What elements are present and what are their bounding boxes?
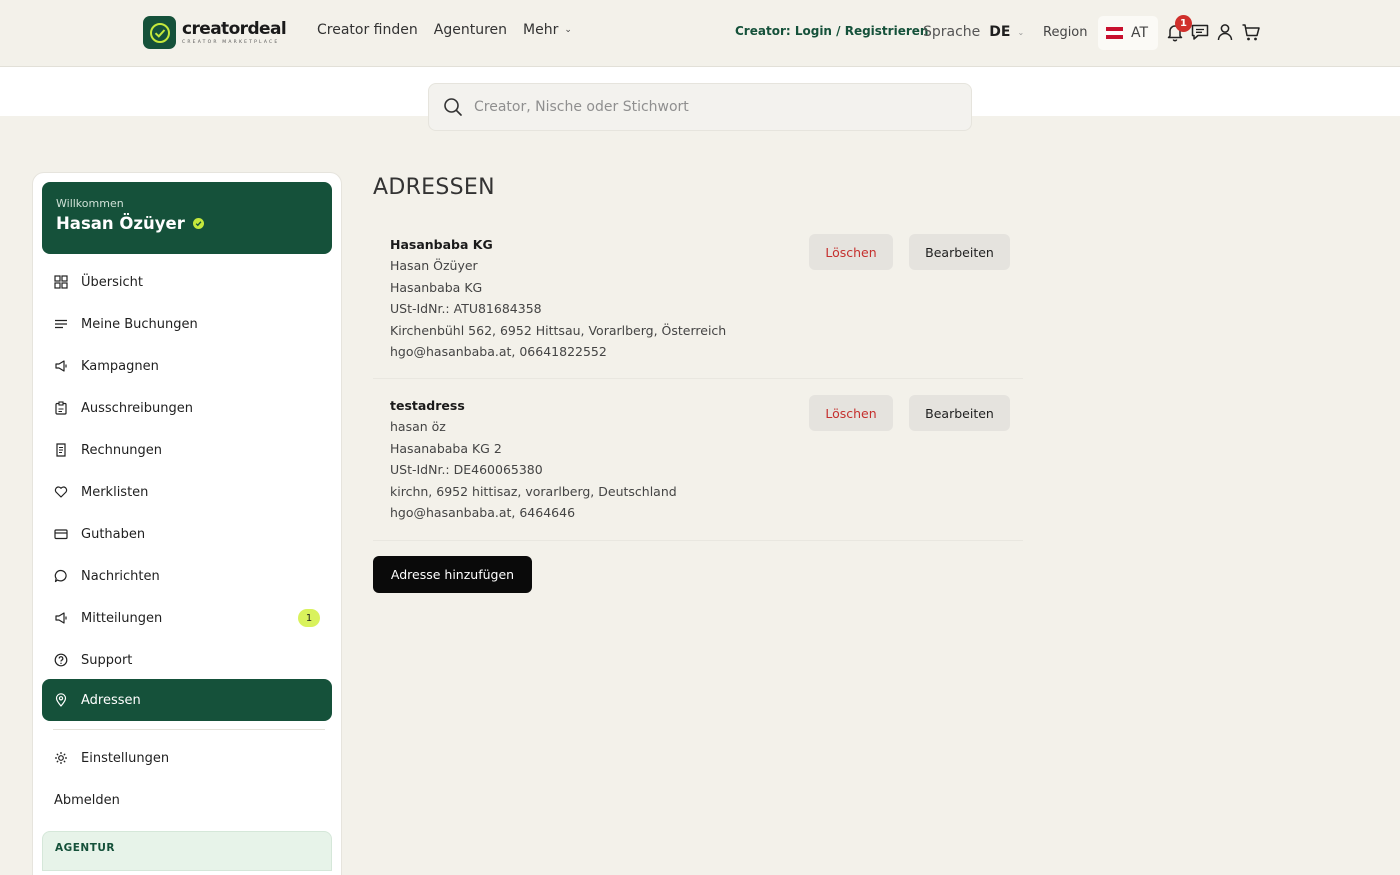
agency-section-header: AGENTUR: [42, 831, 332, 871]
welcome-card: Willkommen Hasan Özüyer: [42, 182, 332, 254]
sidebar-item-label: Ausschreibungen: [81, 400, 193, 416]
sidebar-item-einstellungen[interactable]: Einstellungen: [42, 737, 332, 779]
heart-icon: [54, 485, 68, 499]
megaphone-icon: [54, 359, 68, 373]
page-title: ADRESSEN: [373, 175, 495, 200]
sidebar-item-kampagnen[interactable]: Kampagnen: [42, 345, 332, 387]
main-nav: Creator finden Agenturen Mehr ⌄: [317, 22, 572, 38]
messages-icon[interactable]: [1190, 22, 1210, 42]
sidebar-item-adressen[interactable]: Adressen: [42, 679, 332, 721]
nav-creator-finden[interactable]: Creator finden: [317, 22, 418, 38]
brand-name: creatordeal: [182, 18, 287, 39]
brand-logo[interactable]: creatordeal CREATOR MARKETPLACE: [143, 16, 287, 49]
delete-address-button[interactable]: Löschen: [809, 395, 893, 431]
sidebar-item-label: Support: [81, 652, 133, 668]
nav-mehr[interactable]: Mehr ⌄: [523, 22, 572, 38]
address-divider: [373, 540, 1023, 541]
top-header: creatordeal CREATOR MARKETPLACE Creator …: [0, 0, 1400, 67]
user-icon[interactable]: [1215, 22, 1235, 42]
austria-flag-icon: [1106, 27, 1123, 39]
nav-mehr-label: Mehr: [523, 22, 559, 38]
sidebar-item-label: Einstellungen: [81, 750, 170, 766]
sidebar-item-guthaben[interactable]: Guthaben: [42, 513, 332, 555]
user-name: Hasan Özüyer: [56, 214, 185, 233]
sidebar-item-uebersicht[interactable]: Übersicht: [42, 261, 332, 303]
receipt-icon: [54, 443, 68, 457]
chat-icon: [54, 569, 68, 583]
region-label: Region: [1043, 25, 1088, 40]
language-label: Sprache: [923, 24, 981, 40]
sidebar-item-label: Nachrichten: [81, 568, 160, 584]
address-line: hasan öz: [390, 419, 446, 435]
country-code: AT: [1131, 25, 1149, 41]
checkmark-logo-icon: [143, 16, 176, 49]
sidebar-item-merklisten[interactable]: Merklisten: [42, 471, 332, 513]
cart-icon[interactable]: [1241, 22, 1261, 42]
sidebar-item-ausschreibungen[interactable]: Ausschreibungen: [42, 387, 332, 429]
help-icon: [54, 653, 68, 667]
creator-login-link[interactable]: Creator: Login / Registrieren: [735, 24, 928, 38]
address-line: Kirchenbühl 562, 6952 Hittsau, Vorarlber…: [390, 322, 727, 338]
address-title: Hasanbaba KG: [390, 237, 493, 252]
add-address-button[interactable]: Adresse hinzufügen: [373, 556, 532, 593]
region-selector[interactable]: AT: [1098, 16, 1158, 50]
address-title: testadress: [390, 398, 465, 413]
welcome-label: Willkommen: [56, 197, 124, 210]
chevron-down-icon: ⌄: [564, 25, 572, 35]
address-line: hgo@hasanbaba.at, 06641822552: [390, 343, 607, 359]
megaphone-icon: [54, 611, 68, 625]
account-sidebar: Willkommen Hasan Özüyer Übersicht Meine …: [32, 172, 342, 875]
address-line: USt-IdNr.: ATU81684358: [390, 301, 542, 317]
card-icon: [54, 527, 68, 541]
delete-address-button[interactable]: Löschen: [809, 234, 893, 270]
clipboard-icon: [54, 401, 68, 415]
edit-address-button[interactable]: Bearbeiten: [909, 234, 1010, 270]
edit-address-button[interactable]: Bearbeiten: [909, 395, 1010, 431]
search-bar[interactable]: [428, 83, 972, 131]
settings-gear-icon: [54, 751, 68, 765]
nav-agenturen[interactable]: Agenturen: [434, 22, 507, 38]
verified-badge-icon: [192, 218, 204, 229]
search-icon: [444, 98, 462, 116]
sidebar-item-label: Guthaben: [81, 526, 146, 542]
logout-link[interactable]: Abmelden: [42, 779, 332, 821]
address-divider: [373, 378, 1023, 379]
address-line: Hasanbaba KG: [390, 279, 483, 295]
sidebar-item-label: Adressen: [81, 692, 141, 708]
list-icon: [54, 317, 68, 331]
chevron-down-icon: ⌄: [1017, 27, 1025, 37]
language-selector[interactable]: Sprache DE ⌄: [923, 24, 1024, 40]
logout-label: Abmelden: [54, 792, 120, 808]
address-line: Hasan Özüyer: [390, 258, 478, 274]
search-input[interactable]: [474, 99, 934, 115]
sidebar-item-label: Mitteilungen: [81, 610, 163, 626]
sidebar-item-support[interactable]: Support: [42, 639, 332, 681]
sidebar-item-meine-buchungen[interactable]: Meine Buchungen: [42, 303, 332, 345]
sidebar-item-label: Kampagnen: [81, 358, 159, 374]
location-pin-icon: [54, 693, 68, 707]
sidebar-item-label: Meine Buchungen: [81, 316, 198, 332]
address-line: USt-IdNr.: DE460065380: [390, 462, 543, 478]
address-line: Hasanababa KG 2: [390, 440, 502, 456]
address-line: hgo@hasanbaba.at, 6464646: [390, 504, 576, 520]
address-line: kirchn, 6952 hittisaz, vorarlberg, Deuts…: [390, 483, 677, 499]
language-value: DE: [989, 24, 1011, 40]
grid-icon: [54, 275, 68, 289]
sidebar-item-label: Rechnungen: [81, 442, 163, 458]
sidebar-item-rechnungen[interactable]: Rechnungen: [42, 429, 332, 471]
sidebar-item-nachrichten[interactable]: Nachrichten: [42, 555, 332, 597]
brand-tagline: CREATOR MARKETPLACE: [182, 39, 280, 45]
sidebar-item-label: Übersicht: [81, 274, 143, 290]
unread-count-badge: 1: [298, 609, 320, 627]
sidebar-item-mitteilungen[interactable]: Mitteilungen 1: [42, 597, 332, 639]
sidebar-divider: [53, 729, 325, 730]
sidebar-item-label: Merklisten: [81, 484, 149, 500]
